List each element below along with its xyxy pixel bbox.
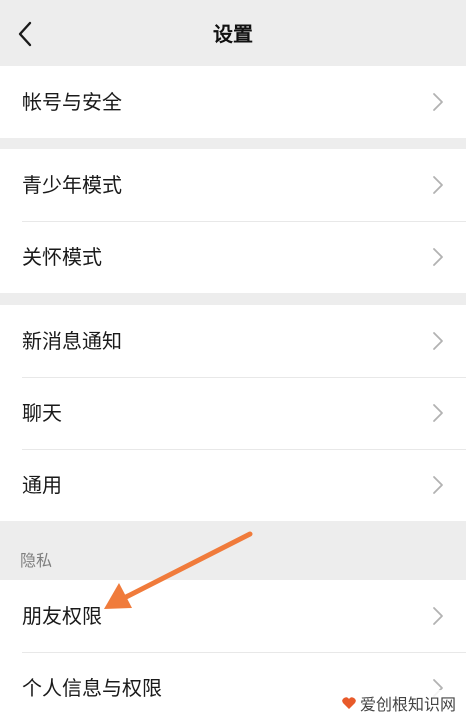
settings-item-friend-permissions[interactable]: 朋友权限 [0, 580, 466, 652]
settings-item-label: 青少年模式 [22, 173, 122, 197]
page-title: 设置 [213, 22, 253, 46]
settings-group-account: 帐号与安全 [0, 66, 466, 138]
settings-item-account-security[interactable]: 帐号与安全 [0, 66, 466, 138]
settings-group-modes: 青少年模式 关怀模式 [0, 149, 466, 293]
chevron-right-icon [433, 404, 443, 422]
watermark: 爱创根知识网 [338, 690, 458, 716]
settings-group-general: 新消息通知 聊天 通用 [0, 305, 466, 521]
settings-item-general[interactable]: 通用 [0, 449, 466, 521]
chevron-right-icon [433, 332, 443, 350]
chevron-right-icon [433, 607, 443, 625]
settings-item-teen-mode[interactable]: 青少年模式 [0, 149, 466, 221]
settings-item-label: 通用 [22, 473, 62, 497]
section-header-privacy: 隐私 [0, 522, 466, 580]
chevron-right-icon [433, 176, 443, 194]
settings-item-label: 新消息通知 [22, 329, 122, 353]
settings-item-label: 帐号与安全 [22, 90, 122, 114]
settings-item-label: 个人信息与权限 [22, 676, 162, 700]
settings-item-label: 关怀模式 [22, 245, 102, 269]
settings-item-label: 朋友权限 [22, 604, 102, 628]
chevron-right-icon [433, 248, 443, 266]
settings-item-notifications[interactable]: 新消息通知 [0, 305, 466, 377]
nav-bar: 设置 [0, 0, 466, 66]
divider [22, 377, 466, 378]
settings-item-label: 聊天 [22, 401, 62, 425]
watermark-logo-icon [342, 697, 356, 709]
divider [22, 449, 466, 450]
settings-item-chat[interactable]: 聊天 [0, 377, 466, 449]
chevron-right-icon [433, 93, 443, 111]
chevron-right-icon [433, 476, 443, 494]
settings-item-care-mode[interactable]: 关怀模式 [0, 221, 466, 293]
watermark-text: 爱创根知识网 [359, 695, 456, 714]
